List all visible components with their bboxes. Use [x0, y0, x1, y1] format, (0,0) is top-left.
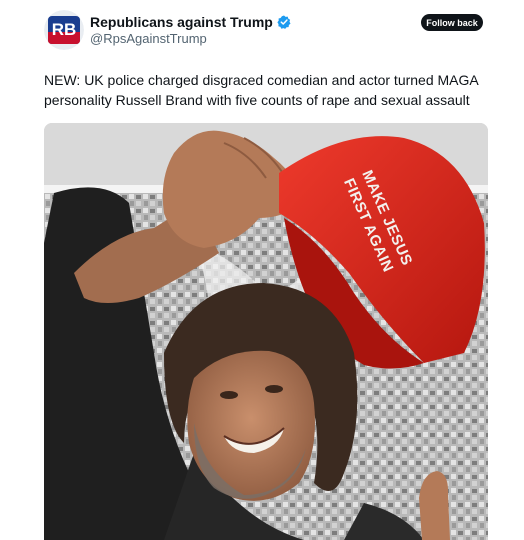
thumbs-up-hand	[419, 471, 450, 540]
avatar-logo-text: RB	[52, 20, 77, 39]
tweet-text: NEW: UK police charged disgraced comedia…	[44, 72, 478, 108]
author-handle[interactable]: @RpsAgainstTrump	[90, 31, 207, 46]
avatar[interactable]: RB	[44, 10, 84, 50]
tweet-photo[interactable]: MAKE JESUS FIRST AGAIN	[44, 123, 488, 540]
tweet-card: RB Republicans against Trump @RpsAgainst…	[0, 0, 524, 540]
display-name[interactable]: Republicans against Trump	[90, 14, 273, 30]
verified-badge-icon	[277, 15, 291, 29]
author-name-row: Republicans against Trump	[90, 14, 291, 30]
follow-back-button[interactable]: Follow back	[421, 14, 483, 31]
